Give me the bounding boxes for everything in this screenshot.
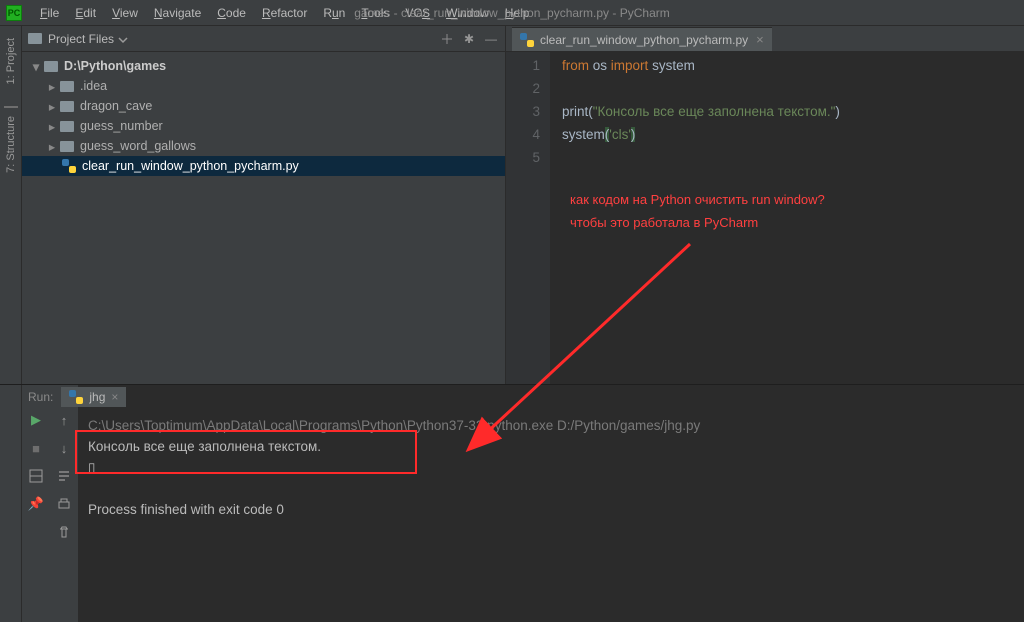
- run-stop-icon[interactable]: ■: [27, 439, 45, 457]
- folder-icon: [60, 141, 74, 152]
- project-tree: ▾ D:\Python\games ▸ .idea ▸ dragon_cave …: [22, 52, 505, 384]
- editor-pane: clear_run_window_python_pycharm.py × 1 2…: [506, 26, 1024, 384]
- project-panel: Project Files ✱ — ▾ D:\Python\games ▸ .i…: [22, 26, 506, 384]
- run-console[interactable]: C:\Users\Toptimum\AppData\Local\Programs…: [78, 385, 1024, 622]
- window-title: games - clear_run_window_python_pycharm.…: [354, 6, 669, 20]
- collapse-icon[interactable]: —: [483, 31, 499, 47]
- run-tools-left: ▶ ■ 📌: [22, 385, 50, 622]
- folder-icon: [28, 33, 42, 44]
- run-label: Run:: [22, 390, 53, 404]
- menu-run[interactable]: Run: [315, 3, 353, 23]
- scroll-up-icon[interactable]: ↑: [55, 411, 73, 429]
- menu-refactor[interactable]: Refactor: [254, 3, 315, 23]
- python-file-icon: [520, 33, 534, 47]
- side-divider-icon: [4, 106, 18, 108]
- pycharm-logo-icon: PC: [6, 5, 22, 21]
- tree-item-label: guess_number: [80, 119, 163, 133]
- tree-item-guess-word[interactable]: ▸ guess_word_gallows: [22, 136, 505, 156]
- menu-navigate[interactable]: Navigate: [146, 3, 209, 23]
- run-gutter: [0, 385, 22, 622]
- code-area[interactable]: 1 2 3 4 5 from os import system print("К…: [506, 52, 1024, 384]
- run-pin-icon[interactable]: 📌: [27, 495, 45, 513]
- python-file-icon: [62, 159, 76, 173]
- editor-tabs: clear_run_window_python_pycharm.py ×: [506, 26, 1024, 52]
- run-play-icon[interactable]: ▶: [27, 411, 45, 429]
- tree-item-dragon[interactable]: ▸ dragon_cave: [22, 96, 505, 116]
- tree-root-label: D:\Python\games: [64, 59, 166, 73]
- expand-icon[interactable]: ▸: [46, 139, 58, 154]
- run-layout-icon[interactable]: [27, 467, 45, 485]
- wrap-icon[interactable]: [55, 467, 73, 485]
- expand-icon[interactable]: ▾: [30, 59, 42, 74]
- print-icon[interactable]: [55, 495, 73, 513]
- expand-icon[interactable]: ▸: [46, 119, 58, 134]
- tree-item-label: guess_word_gallows: [80, 139, 196, 153]
- folder-icon: [60, 81, 74, 92]
- project-panel-header: Project Files ✱ —: [22, 26, 505, 52]
- side-tab-project[interactable]: 1: Project: [3, 32, 19, 90]
- run-panel: ▶ ■ 📌 ↑ ↓ C:\Users\Toptimum\AppData\Loca…: [0, 384, 1024, 622]
- code-text[interactable]: from os import system print("Консоль все…: [550, 52, 1024, 384]
- annotation-text: как кодом на Python очистить run window?…: [570, 188, 825, 234]
- expand-icon[interactable]: ▸: [46, 99, 58, 114]
- tree-item-guess-number[interactable]: ▸ guess_number: [22, 116, 505, 136]
- left-tool-strip: 1: Project 7: Structure: [0, 26, 22, 384]
- menu-view[interactable]: View: [104, 3, 146, 23]
- editor-tab-label: clear_run_window_python_pycharm.py: [540, 33, 748, 47]
- tree-item-label: dragon_cave: [80, 99, 152, 113]
- menu-code[interactable]: Code: [209, 3, 254, 23]
- scroll-from-source-icon[interactable]: [439, 31, 455, 47]
- project-panel-title[interactable]: Project Files: [48, 32, 114, 46]
- side-tab-structure[interactable]: 7: Structure: [3, 110, 19, 179]
- menu-edit[interactable]: Edit: [67, 3, 104, 23]
- expand-icon[interactable]: ▸: [46, 79, 58, 94]
- close-icon[interactable]: ×: [756, 32, 764, 47]
- run-tools-mid: ↑ ↓: [50, 385, 78, 622]
- scroll-down-icon[interactable]: ↓: [55, 439, 73, 457]
- tree-root[interactable]: ▾ D:\Python\games: [22, 56, 505, 76]
- folder-icon: [60, 101, 74, 112]
- tree-item-label: .idea: [80, 79, 107, 93]
- menu-bar: PC File Edit View Navigate Code Refactor…: [0, 0, 1024, 26]
- line-gutter: 1 2 3 4 5: [506, 52, 550, 384]
- gear-icon[interactable]: ✱: [461, 31, 477, 47]
- trash-icon[interactable]: [55, 523, 73, 541]
- folder-icon: [60, 121, 74, 132]
- chevron-down-icon[interactable]: [118, 34, 128, 44]
- annotation-highlight-box: [75, 430, 417, 474]
- console-exit-line: Process finished with exit code 0: [88, 499, 1014, 520]
- tree-item-clear-run[interactable]: clear_run_window_python_pycharm.py: [22, 156, 505, 176]
- menu-file[interactable]: File: [32, 3, 67, 23]
- tree-item-label: clear_run_window_python_pycharm.py: [82, 159, 299, 173]
- tree-item-idea[interactable]: ▸ .idea: [22, 76, 505, 96]
- editor-tab[interactable]: clear_run_window_python_pycharm.py ×: [512, 27, 772, 51]
- folder-icon: [44, 61, 58, 72]
